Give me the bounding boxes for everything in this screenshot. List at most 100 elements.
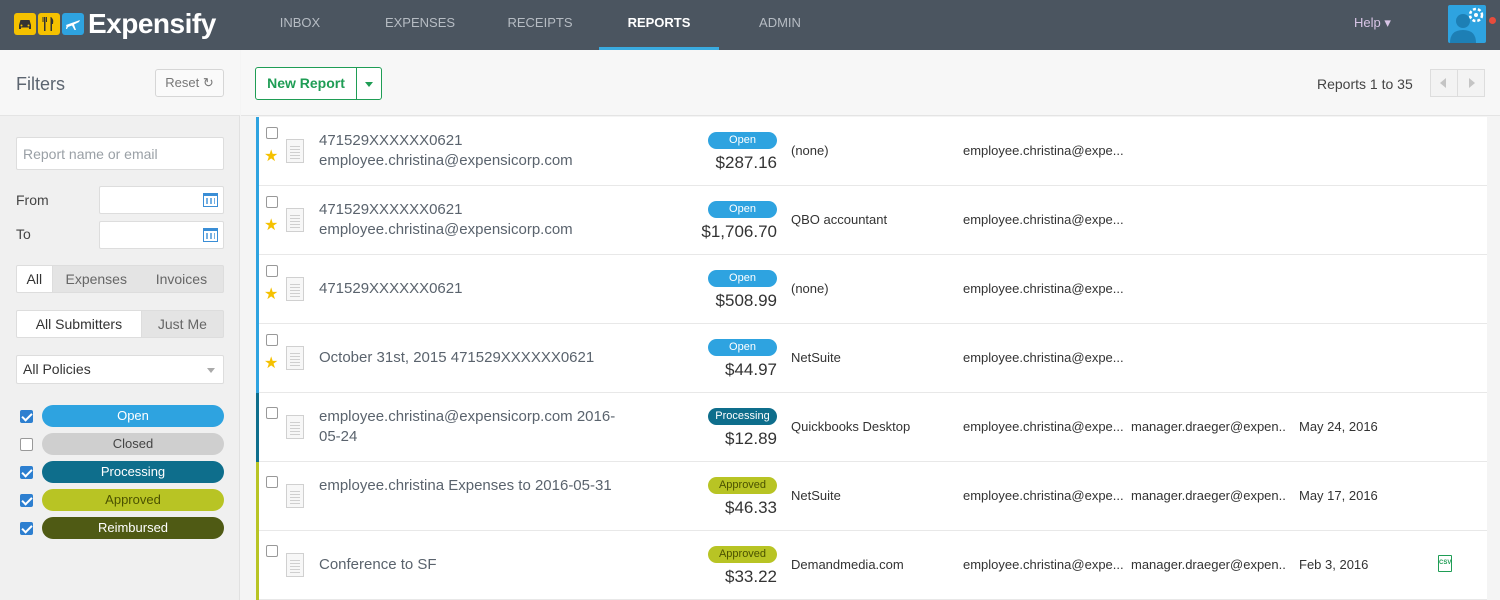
submitter-toggle: All Submitters Just Me	[16, 310, 224, 338]
report-amount: $287.16	[715, 153, 777, 172]
status-badge: Open	[708, 270, 777, 287]
row-checkbox[interactable]	[266, 127, 278, 139]
status-checkbox[interactable]	[20, 410, 33, 423]
report-document-icon	[286, 277, 304, 301]
report-submitter: employee.christina@expe...	[963, 212, 1123, 227]
submitter-tab-all[interactable]: All Submitters	[17, 311, 142, 337]
report-row[interactable]: ★ October 31st, 2015 471529XXXXXX0621 Open…	[256, 324, 1487, 393]
report-submitter: employee.christina@expe...	[963, 419, 1123, 434]
policy-select[interactable]: All Policies	[16, 355, 224, 384]
status-badge: Approved	[708, 546, 777, 563]
report-row[interactable]: employee.christina Expenses to 2016-05-3…	[256, 462, 1487, 531]
submitter-tab-just-me[interactable]: Just Me	[142, 311, 223, 337]
row-checkbox[interactable]	[266, 407, 278, 419]
prev-page-button[interactable]	[1430, 69, 1458, 97]
tab-inbox[interactable]: INBOX	[260, 0, 340, 50]
row-checkbox[interactable]	[266, 265, 278, 277]
report-title[interactable]: 471529XXXXXX0621 employee.christina@expe…	[319, 131, 629, 171]
next-page-button[interactable]	[1457, 69, 1485, 97]
report-submitter: employee.christina@expe...	[963, 281, 1123, 296]
report-document-icon	[286, 415, 304, 439]
status-filter-processing: Processing	[20, 461, 224, 483]
help-menu[interactable]: Help ▾	[1354, 15, 1391, 31]
type-tab-invoices[interactable]: Invoices	[140, 266, 223, 292]
tab-receipts[interactable]: RECEIPTS	[495, 0, 585, 50]
status-accent-bar	[256, 255, 259, 324]
row-checkbox[interactable]	[266, 545, 278, 557]
new-report-button[interactable]: New Report	[255, 67, 382, 100]
status-checkbox[interactable]	[20, 438, 33, 451]
report-search-input[interactable]	[16, 137, 224, 170]
report-list: ★ 471529XXXXXX0621 employee.christina@exp…	[256, 117, 1487, 600]
status-pill[interactable]: Approved	[42, 489, 224, 511]
type-tab-all[interactable]: All	[17, 266, 53, 292]
tab-expenses[interactable]: EXPENSES	[375, 0, 465, 50]
report-title[interactable]: 471529XXXXXX0621	[319, 279, 629, 299]
report-policy: NetSuite	[791, 488, 841, 503]
report-submitter: employee.christina@expe...	[963, 350, 1123, 365]
report-policy: QBO accountant	[791, 212, 888, 227]
report-submitter: employee.christina@expe...	[963, 488, 1123, 503]
report-row[interactable]: ★ 471529XXXXXX0621 employee.christina@exp…	[256, 117, 1487, 186]
status-filter-open: Open	[20, 405, 224, 427]
status-pill[interactable]: Processing	[42, 461, 224, 483]
report-amount: $33.22	[725, 567, 777, 586]
report-approver: manager.draeger@expen...	[1131, 419, 1286, 434]
status-accent-bar	[256, 531, 259, 600]
new-report-label[interactable]: New Report	[256, 68, 356, 99]
report-policy: (none)	[791, 281, 829, 296]
status-badge: Approved	[708, 477, 777, 494]
report-title[interactable]: employee.christina Expenses to 2016-05-3…	[319, 476, 629, 496]
reports-toolbar: New Report Reports 1 to 35	[241, 50, 1500, 116]
report-row[interactable]: Conference to SF Approved $33.22 Demandmedi…	[256, 531, 1487, 600]
report-row[interactable]: ★ 471529XXXXXX0621 Open $508.99 (none) employ…	[256, 255, 1487, 324]
from-date-field[interactable]	[99, 186, 224, 214]
new-report-dropdown[interactable]	[356, 68, 381, 99]
status-checkbox[interactable]	[20, 522, 33, 535]
avatar[interactable]	[1448, 5, 1486, 43]
star-icon[interactable]: ★	[264, 356, 278, 372]
row-checkbox[interactable]	[266, 334, 278, 346]
csv-export-icon[interactable]: CSV	[1438, 555, 1452, 572]
report-row[interactable]: ★ 471529XXXXXX0621 employee.christina@exp…	[256, 186, 1487, 255]
status-pill[interactable]: Open	[42, 405, 224, 427]
star-icon[interactable]: ★	[264, 287, 278, 303]
status-checkbox[interactable]	[20, 494, 33, 507]
report-policy: (none)	[791, 143, 829, 158]
tab-admin[interactable]: ADMIN	[740, 0, 820, 50]
report-document-icon	[286, 208, 304, 232]
from-label: From	[16, 192, 49, 208]
chevron-left-icon	[1440, 78, 1446, 88]
status-filter-approved: Approved	[20, 489, 224, 511]
calendar-icon[interactable]	[203, 228, 218, 242]
expensify-logo[interactable]: Expensify	[14, 8, 216, 39]
status-pill[interactable]: Reimbursed	[42, 517, 224, 539]
star-icon[interactable]: ★	[264, 218, 278, 234]
to-date-field[interactable]	[99, 221, 224, 249]
airplane-icon	[62, 13, 84, 35]
reset-button[interactable]: Reset ↻	[155, 69, 224, 97]
calendar-icon[interactable]	[203, 193, 218, 207]
report-amount: $1,706.70	[701, 222, 777, 241]
status-checkbox[interactable]	[20, 466, 33, 479]
row-checkbox[interactable]	[266, 196, 278, 208]
status-accent-bar	[256, 186, 259, 255]
type-tab-expenses[interactable]: Expenses	[53, 266, 140, 292]
report-amount: $508.99	[715, 291, 777, 310]
report-title[interactable]: 471529XXXXXX0621 employee.christina@expe…	[319, 200, 629, 240]
star-icon[interactable]: ★	[264, 149, 278, 165]
report-title[interactable]: employee.christina@expensicorp.com 2016-…	[319, 407, 629, 447]
tab-reports[interactable]: REPORTS	[599, 0, 719, 50]
status-pill[interactable]: Closed	[42, 433, 224, 455]
chevron-down-icon	[365, 82, 373, 87]
report-title[interactable]: Conference to SF	[319, 555, 629, 575]
status-accent-bar	[256, 462, 259, 531]
report-approver: manager.draeger@expen...	[1131, 488, 1286, 503]
report-amount: $44.97	[725, 360, 777, 379]
row-checkbox[interactable]	[266, 476, 278, 488]
report-date: Feb 3, 2016	[1299, 557, 1369, 572]
report-title[interactable]: October 31st, 2015 471529XXXXXX0621	[319, 348, 629, 368]
report-row[interactable]: employee.christina@expensicorp.com 2016-…	[256, 393, 1487, 462]
status-badge: Processing	[708, 408, 777, 425]
chevron-right-icon	[1469, 78, 1475, 88]
